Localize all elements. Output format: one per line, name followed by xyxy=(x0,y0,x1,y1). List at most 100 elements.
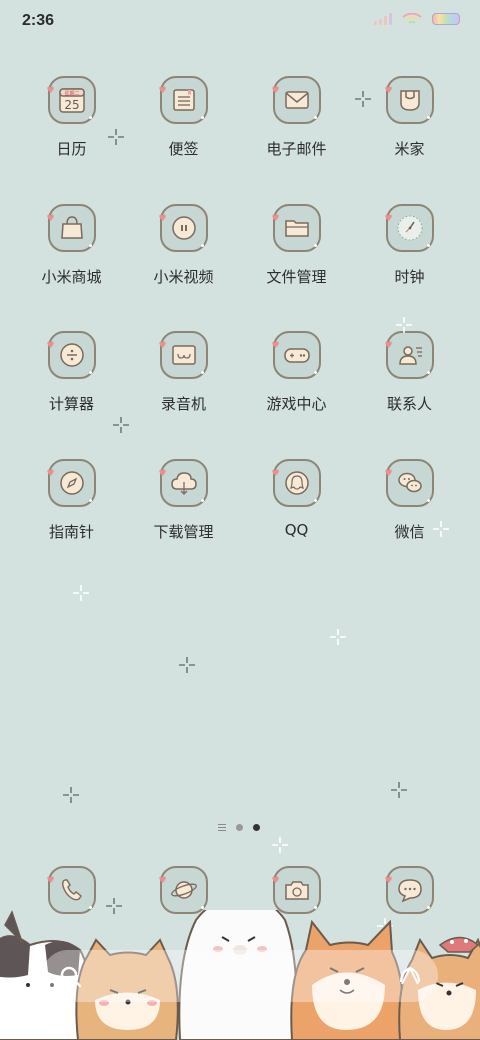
app-qq[interactable]: ♥ QQ xyxy=(240,459,353,539)
app-label: 游戏中心 xyxy=(266,395,327,413)
calculator-icon xyxy=(59,343,84,367)
wifi-icon xyxy=(402,13,422,24)
app-compass[interactable]: ♥ 指南针 xyxy=(15,459,128,542)
dock-browser[interactable]: ♥ xyxy=(127,866,240,914)
heart-icon: ♥ xyxy=(384,214,393,224)
sparkle-dot xyxy=(313,371,317,374)
heart-icon: ♥ xyxy=(158,876,167,886)
sparkle-dot xyxy=(88,116,92,119)
app-icon-frame: ♥ xyxy=(384,204,434,252)
app-game-center[interactable]: ♥ 游戏中心 xyxy=(240,331,353,414)
sparkle-dot xyxy=(88,244,92,247)
app-label: 联系人 xyxy=(386,395,432,413)
heart-icon: ♥ xyxy=(271,341,280,351)
calendar-icon: 星期二 25 xyxy=(58,88,85,113)
recorder-icon xyxy=(171,345,196,365)
app-file-manager[interactable]: ♥ 文件管理 xyxy=(240,204,353,287)
dock-messages[interactable]: ♥ xyxy=(353,866,466,914)
sparkle-dot xyxy=(426,244,430,247)
page-dot-active[interactable] xyxy=(253,824,260,831)
sparkle-icon xyxy=(329,628,347,646)
download-icon xyxy=(170,472,197,495)
gamepad-icon xyxy=(283,348,310,363)
feed-page-indicator[interactable] xyxy=(218,824,226,831)
sparkle-dot xyxy=(200,371,204,374)
app-mijia[interactable]: ♥ 米家 xyxy=(353,76,466,159)
xiaoai-assistant-icon[interactable] xyxy=(398,964,422,988)
app-notes[interactable]: ♥ 便签 xyxy=(127,76,240,159)
sparkle-icon xyxy=(112,416,130,434)
heart-icon: ♥ xyxy=(46,876,55,886)
sparkle-dot xyxy=(426,371,430,374)
app-label: 小米商城 xyxy=(41,268,102,286)
sparkle-dot xyxy=(313,499,317,502)
heart-icon: ♥ xyxy=(271,876,280,886)
app-clock[interactable]: ♥ 时钟 xyxy=(353,204,466,287)
mijia-icon xyxy=(399,90,420,111)
search-icon[interactable] xyxy=(60,966,82,988)
app-label: 时钟 xyxy=(394,268,425,286)
app-label: 小米视频 xyxy=(153,268,214,286)
status-icons xyxy=(374,13,460,25)
app-mi-store[interactable]: ♥ 小米商城 xyxy=(15,204,128,287)
sparkle-icon xyxy=(107,128,125,146)
app-label: 便签 xyxy=(168,140,199,158)
app-icon-frame: ♥ xyxy=(271,459,321,507)
heart-icon: ♥ xyxy=(158,214,167,224)
app-label: 文件管理 xyxy=(266,268,327,286)
app-label: 下载管理 xyxy=(153,523,214,541)
shopping-bag-icon xyxy=(60,216,83,239)
battery-icon xyxy=(432,13,460,25)
page-dot[interactable] xyxy=(236,824,243,831)
sparkle-dot xyxy=(200,116,204,119)
app-icon-frame: ♥ 星期二 25 xyxy=(47,76,96,124)
heart-icon: ♥ xyxy=(158,341,167,351)
heart-icon: ♥ xyxy=(158,469,167,479)
status-bar: 2:36 xyxy=(0,0,480,44)
sparkle-dot xyxy=(88,371,92,374)
sparkle-dot xyxy=(426,116,430,119)
sparkle-icon xyxy=(178,656,196,674)
app-icon-frame: ♥ xyxy=(158,76,208,124)
heart-icon: ♥ xyxy=(158,86,167,96)
compass-icon xyxy=(59,471,84,495)
app-calendar[interactable]: ♥ 星期二 25 日历 xyxy=(15,76,128,159)
sparkle-dot xyxy=(200,499,204,502)
app-icon-frame: ♥ xyxy=(46,866,96,914)
wechat-icon xyxy=(397,472,422,493)
app-mi-video[interactable]: ♥ 小米视频 xyxy=(127,204,240,287)
qq-icon xyxy=(284,471,309,495)
app-contacts[interactable]: ♥ 联系人 xyxy=(353,331,466,414)
app-label: 指南针 xyxy=(48,523,94,541)
sparkle-dot xyxy=(88,499,92,502)
notes-icon xyxy=(172,89,195,111)
app-icon-frame: ♥ xyxy=(158,459,208,507)
sparkle-dot xyxy=(200,906,204,909)
app-recorder[interactable]: ♥ 录音机 xyxy=(127,331,240,414)
heart-icon: ♥ xyxy=(46,469,55,479)
app-downloads[interactable]: ♥ 下载管理 xyxy=(127,459,240,542)
dock-phone[interactable]: ♥ xyxy=(15,866,128,914)
sparkle-icon xyxy=(395,316,413,334)
messages-icon xyxy=(397,879,422,903)
app-icon-frame: ♥ xyxy=(158,331,208,379)
sparkle-icon xyxy=(271,836,289,854)
email-icon xyxy=(284,91,309,109)
sparkle-dot xyxy=(200,244,204,247)
app-icon-frame: ♥ xyxy=(158,866,208,914)
search-bar[interactable] xyxy=(42,950,438,1002)
app-label: 米家 xyxy=(394,140,425,158)
app-email[interactable]: ♥ 电子邮件 xyxy=(240,76,353,159)
page-indicator[interactable] xyxy=(218,824,260,831)
sparkle-icon xyxy=(354,90,372,108)
folder-icon xyxy=(284,220,309,237)
heart-icon: ♥ xyxy=(271,469,280,479)
heart-icon: ♥ xyxy=(384,469,393,479)
app-label: 录音机 xyxy=(160,395,206,413)
app-icon-frame: ♥ xyxy=(46,459,96,507)
dock-camera[interactable]: ♥ xyxy=(240,866,353,914)
app-label: 计算器 xyxy=(48,395,94,413)
signal-icon xyxy=(374,13,392,25)
heart-icon: ♥ xyxy=(46,214,55,224)
app-calculator[interactable]: ♥ 计算器 xyxy=(15,331,128,414)
